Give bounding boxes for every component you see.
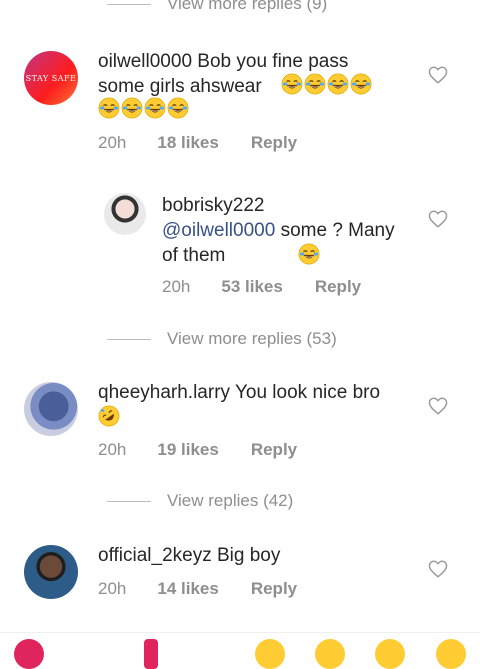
- emoji-icon[interactable]: [315, 639, 345, 669]
- comment-username[interactable]: oilwell0000: [98, 51, 192, 72]
- reply-button[interactable]: Reply: [251, 440, 297, 460]
- reply-button[interactable]: Reply: [251, 133, 297, 153]
- avatar-text: STAY SAFE: [25, 73, 77, 83]
- reply-button[interactable]: Reply: [315, 277, 361, 297]
- reaction-icon[interactable]: [144, 639, 158, 669]
- heart-outline-icon[interactable]: [428, 397, 448, 415]
- emoji-row: [98, 97, 198, 121]
- comment-meta: 20h 19 likes Reply: [98, 440, 297, 460]
- emoji-icon[interactable]: [255, 639, 285, 669]
- tears-of-joy-emoji: [98, 97, 120, 119]
- comment-username[interactable]: official_2keyz: [98, 545, 212, 566]
- comment-text: You look nice bro: [234, 382, 381, 403]
- divider-line: [107, 338, 151, 340]
- tears-of-joy-emoji: [327, 73, 349, 95]
- reply-button[interactable]: Reply: [251, 579, 297, 599]
- view-replies-label: View replies (42): [167, 491, 294, 510]
- tears-of-joy-emoji: [167, 97, 189, 119]
- view-replies-3[interactable]: View replies (42): [107, 491, 293, 511]
- view-more-replies-2[interactable]: View more replies (53): [107, 329, 337, 349]
- emoji-icon[interactable]: [375, 639, 405, 669]
- comment-body: official_2keyz Big boy: [98, 543, 418, 568]
- tears-of-joy-emoji: [144, 97, 166, 119]
- avatar[interactable]: STAY SAFE: [24, 51, 78, 105]
- avatar[interactable]: [24, 382, 78, 436]
- tears-of-joy-emoji: [298, 243, 320, 265]
- likes-count[interactable]: 14 likes: [157, 579, 218, 599]
- heart-emoji-icon[interactable]: [14, 639, 44, 669]
- emoji-icon[interactable]: [436, 639, 466, 669]
- tears-of-joy-emoji: [281, 73, 303, 95]
- tears-of-joy-emoji: [304, 73, 326, 95]
- likes-count[interactable]: 19 likes: [157, 440, 218, 460]
- likes-count[interactable]: 18 likes: [157, 133, 218, 153]
- divider-line: [107, 3, 151, 5]
- avatar[interactable]: [24, 545, 78, 599]
- comment-body: qheeyharh.larry You look nice bro: [98, 380, 418, 405]
- comment-meta: 20h 53 likes Reply: [162, 277, 361, 297]
- heart-outline-icon[interactable]: [428, 66, 448, 84]
- heart-outline-icon[interactable]: [428, 560, 448, 578]
- comment-time: 20h: [98, 133, 127, 152]
- comment-meta: 20h 18 likes Reply: [98, 133, 297, 153]
- heart-outline-icon[interactable]: [428, 210, 448, 228]
- quick-reaction-bar: [0, 632, 480, 669]
- emoji-row: [281, 73, 381, 97]
- comment-meta: 20h 14 likes Reply: [98, 579, 297, 599]
- comment-username[interactable]: bobrisky222: [162, 193, 402, 218]
- comment-time: 20h: [98, 440, 127, 459]
- comment-time: 20h: [162, 277, 191, 296]
- comment-username[interactable]: qheeyharh.larry: [98, 382, 230, 403]
- view-more-replies-1[interactable]: View more replies (9): [107, 0, 327, 14]
- view-more-replies-label: View more replies (9): [167, 0, 328, 13]
- comment-body: bobrisky222 @oilwell0000 some ? Many of …: [162, 193, 402, 268]
- comment-text: Big boy: [217, 545, 281, 566]
- tears-of-joy-emoji: [121, 97, 143, 119]
- view-more-replies-label: View more replies (53): [167, 329, 337, 348]
- divider-line: [107, 500, 151, 502]
- rolling-laughing-emoji: [98, 405, 120, 427]
- tears-of-joy-emoji: [350, 73, 372, 95]
- comment-time: 20h: [98, 579, 127, 598]
- mention-link[interactable]: @oilwell0000: [162, 220, 275, 241]
- avatar[interactable]: [104, 193, 146, 235]
- likes-count[interactable]: 53 likes: [221, 277, 282, 297]
